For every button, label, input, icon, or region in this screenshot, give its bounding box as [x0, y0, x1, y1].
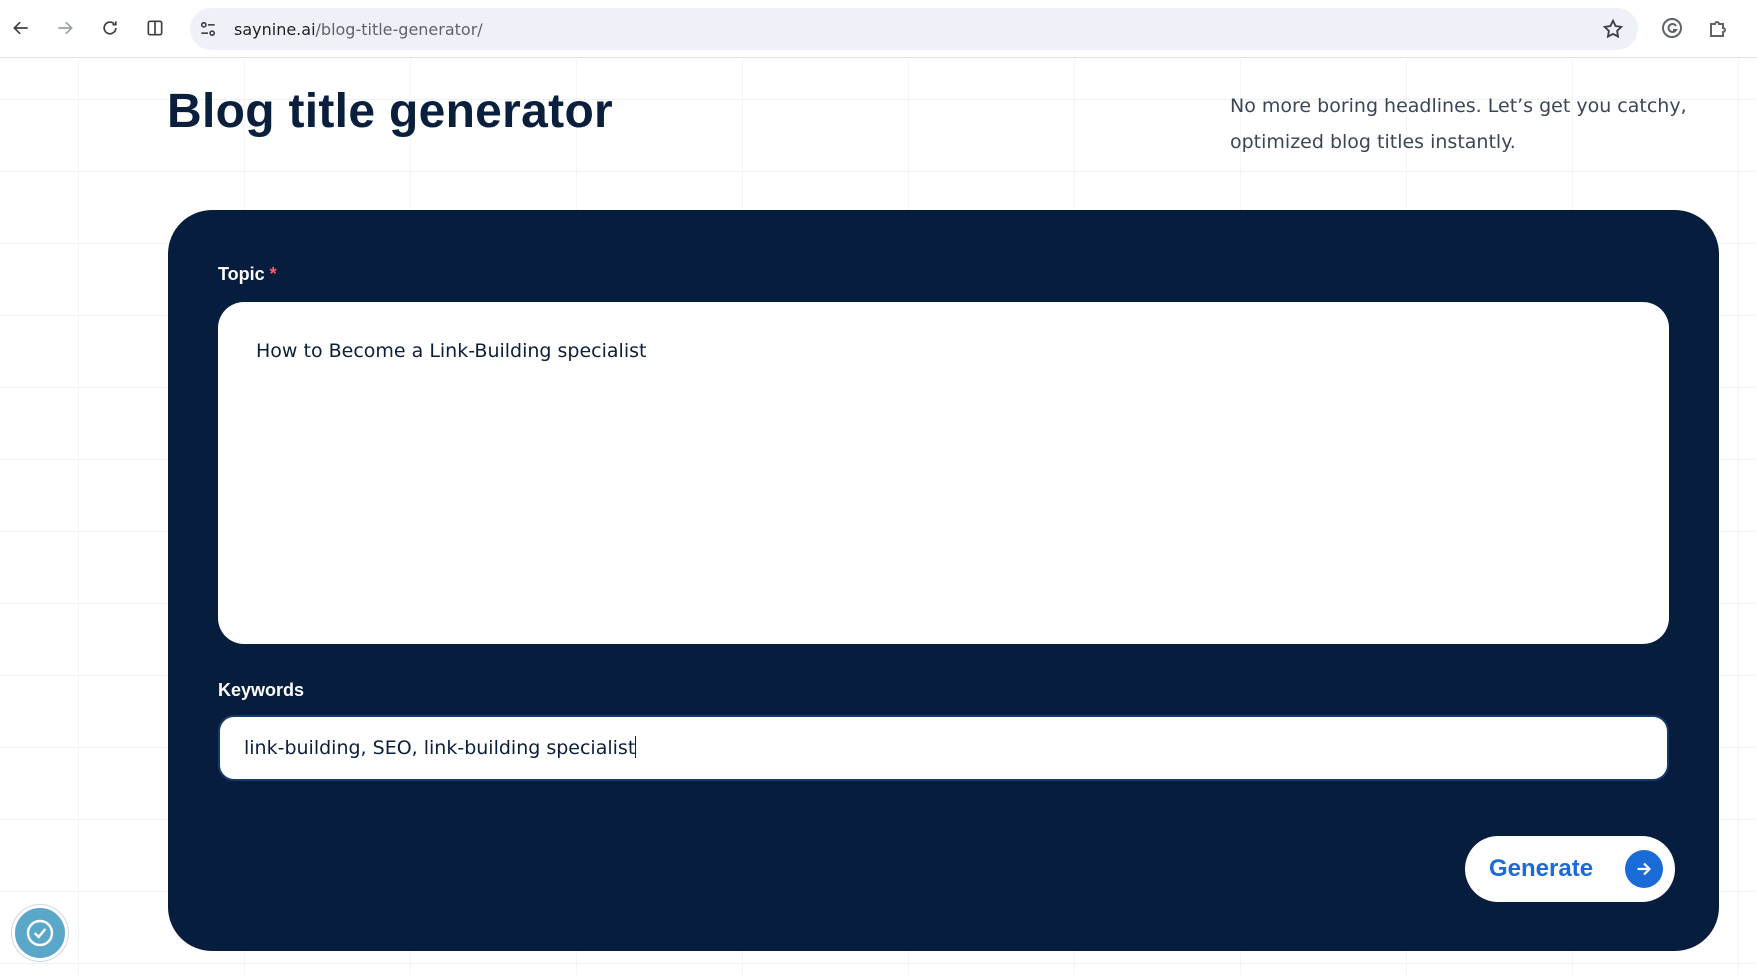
topic-textarea[interactable]: How to Become a Link-Building specialist: [218, 302, 1669, 644]
back-icon[interactable]: [6, 13, 36, 43]
browser-toolbar: saynine.ai/blog-title-generator/: [0, 0, 1757, 58]
address-bar[interactable]: saynine.ai/blog-title-generator/: [190, 8, 1638, 50]
accessibility-widget-icon[interactable]: [12, 905, 68, 961]
keywords-input[interactable]: link-building, SEO, link-building specia…: [218, 715, 1669, 781]
forward-icon[interactable]: [50, 13, 80, 43]
reload-icon[interactable]: [95, 13, 125, 43]
split-view-icon[interactable]: [140, 13, 170, 43]
puzzle-icon[interactable]: [1706, 16, 1730, 40]
site-info-icon[interactable]: [198, 19, 218, 39]
generate-label: Generate: [1489, 855, 1594, 882]
star-icon[interactable]: [1602, 18, 1624, 40]
keywords-label: Keywords: [218, 680, 305, 700]
topic-label: Topic *: [218, 264, 277, 284]
keywords-value: link-building, SEO, link-building specia…: [244, 737, 636, 759]
page-subtitle: No more boring headlines. Let’s get you …: [1230, 95, 1687, 153]
generate-button[interactable]: Generate: [1465, 836, 1675, 902]
generator-form: Topic * How to Become a Link-Building spe…: [168, 210, 1719, 951]
required-mark: *: [269, 264, 277, 284]
arrow-right-circle-icon: [1625, 850, 1663, 888]
grammarly-icon[interactable]: [1660, 16, 1684, 40]
text-caret: [635, 736, 637, 758]
page-title: Blog title generator: [167, 85, 614, 138]
url-text: saynine.ai/blog-title-generator/: [234, 20, 483, 39]
